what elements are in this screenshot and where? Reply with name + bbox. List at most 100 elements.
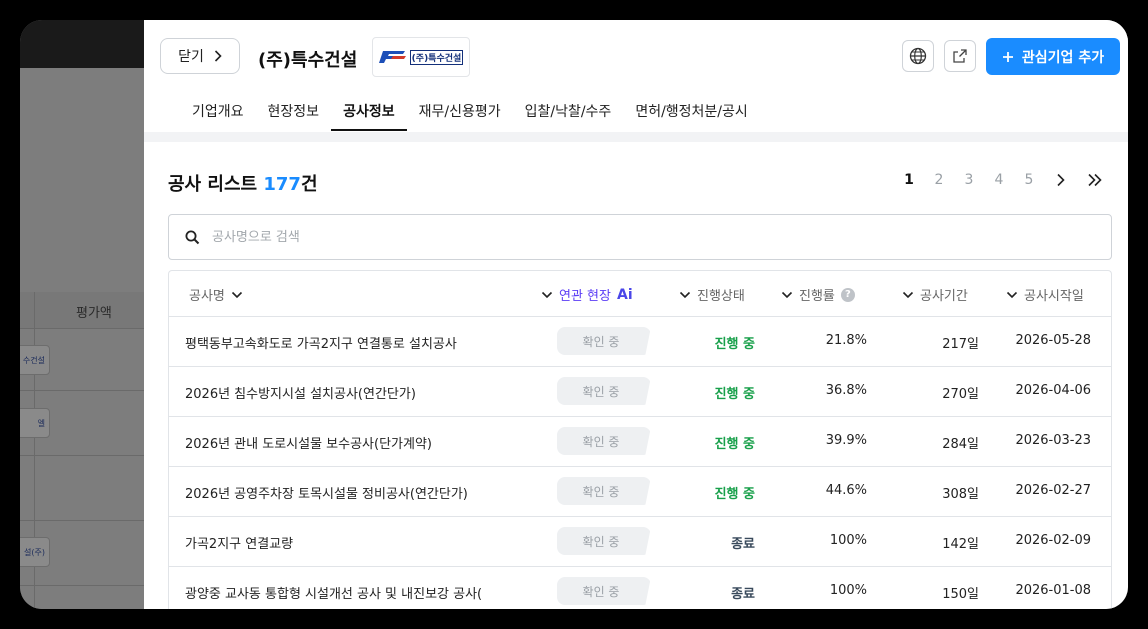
chevron-down-icon [902, 291, 914, 298]
progress-rate: 100% [829, 583, 867, 598]
section-separator [144, 132, 1128, 142]
globe-button[interactable] [902, 40, 934, 72]
tab-construction-info[interactable]: 공사정보 [331, 100, 407, 132]
background-row-divider [20, 328, 144, 329]
ai-badge: Ai [616, 286, 633, 303]
status-text: 종료 [731, 537, 755, 552]
background-row-divider [20, 585, 144, 586]
list-count: 177 [263, 174, 301, 195]
plus-icon [1002, 51, 1013, 62]
globe-icon [909, 47, 927, 65]
table-header: 공사명 연관 현장 Ai 진행상태 진행률 ? 공사기간 공사시작일 [169, 271, 1111, 317]
table-row[interactable]: 2026년 공영주차장 토목시설물 정비공사(연간단가) 확인 중 진행 중 4… [169, 467, 1111, 517]
next-page-button[interactable] [1044, 173, 1078, 187]
close-button[interactable]: 닫기 [160, 38, 240, 74]
background-logo: 수건설 [20, 345, 50, 375]
page-3[interactable]: 3 [954, 172, 984, 188]
construction-period: 308일 [942, 487, 979, 502]
related-site-badge: 확인 중 [557, 477, 651, 505]
start-date: 2026-05-28 [1015, 333, 1091, 348]
construction-name: 가곡2지구 연결교량 [185, 537, 294, 552]
chevron-right-icon [1057, 173, 1065, 187]
construction-name: 평택동부고속화도로 가곡2지구 연결통로 설치공사 [185, 337, 457, 352]
construction-name: 2026년 공영주차장 토목시설물 정비공사(연간단가) [185, 487, 468, 502]
search-box [168, 214, 1112, 260]
related-site-badge: 확인 중 [557, 427, 651, 455]
construction-name: 2026년 침수방지시설 설치공사(연간단가) [185, 387, 416, 402]
app-frame: 평가액 수건설 엘 설(주) 닫기 (주)특수건설 (주)특수건설 관심기업 추… [20, 20, 1128, 609]
construction-name: 2026년 관내 도로시설물 보수공사(단가계약) [185, 437, 432, 452]
table-row[interactable]: 가곡2지구 연결교량 확인 중 종료 100% 142일 2026-02-09 [169, 517, 1111, 567]
status-text: 진행 중 [714, 387, 755, 402]
chevron-down-icon [781, 291, 793, 298]
search-icon [185, 230, 200, 244]
construction-period: 270일 [942, 387, 979, 402]
search-input[interactable] [210, 228, 1014, 246]
chevron-down-icon [231, 291, 242, 298]
column-header-rate[interactable]: 진행률 ? [781, 285, 855, 304]
last-page-button[interactable] [1078, 173, 1112, 187]
company-logo: (주)특수건설 [372, 37, 470, 77]
add-favorite-company-button[interactable]: 관심기업 추가 [986, 38, 1120, 75]
page-5[interactable]: 5 [1014, 172, 1044, 188]
related-site-badge: 확인 중 [557, 527, 651, 555]
help-icon[interactable]: ? [840, 287, 855, 302]
double-chevron-right-icon [1088, 173, 1102, 187]
column-header-related-site[interactable]: 연관 현장 Ai [541, 285, 633, 304]
chevron-down-icon [679, 291, 691, 298]
column-header-start-date[interactable]: 공사시작일 [1006, 285, 1084, 304]
company-logo-text: (주)특수건설 [409, 49, 464, 65]
progress-rate: 21.8% [825, 333, 867, 348]
table-row[interactable]: 2026년 관내 도로시설물 보수공사(단가계약) 확인 중 진행 중 39.9… [169, 417, 1111, 467]
start-date: 2026-01-08 [1015, 583, 1091, 598]
background-logo: 설(주) [20, 537, 50, 567]
start-date: 2026-02-09 [1015, 533, 1091, 548]
background-row-divider [20, 390, 144, 391]
progress-rate: 36.8% [825, 383, 867, 398]
start-date: 2026-03-23 [1015, 433, 1091, 448]
construction-period: 217일 [942, 337, 979, 352]
column-header-start-label: 공사시작일 [1024, 289, 1084, 304]
list-count-suffix: 건 [300, 174, 318, 195]
related-site-badge: 확인 중 [557, 577, 651, 605]
start-date: 2026-02-27 [1015, 483, 1091, 498]
construction-period: 150일 [942, 587, 979, 602]
table-row[interactable]: 2026년 침수방지시설 설치공사(연간단가) 확인 중 진행 중 36.8% … [169, 367, 1111, 417]
tab-site-info[interactable]: 현장정보 [256, 100, 332, 132]
chevron-right-icon [214, 50, 222, 62]
status-text: 진행 중 [714, 487, 755, 502]
tab-finance-credit[interactable]: 재무/신용평가 [407, 100, 513, 132]
pagination: 1 2 3 4 5 [894, 170, 1112, 190]
construction-name: 광양중 교사동 통합형 시설개선 공사 및 내진보강 공사( [185, 587, 483, 602]
tab-license-admin[interactable]: 면허/행정처분/공시 [623, 100, 759, 132]
page-1[interactable]: 1 [894, 172, 924, 188]
column-header-name[interactable]: 공사명 [189, 285, 243, 304]
status-text: 진행 중 [714, 437, 755, 452]
list-title-text: 공사 리스트 [168, 174, 258, 195]
tab-bidding[interactable]: 입찰/낙찰/수주 [513, 100, 624, 132]
background-table-header: 평가액 [20, 292, 144, 328]
table-row[interactable]: 평택동부고속화도로 가곡2지구 연결통로 설치공사 확인 중 진행 중 21.8… [169, 317, 1111, 367]
column-header-period[interactable]: 공사기간 [902, 285, 968, 304]
page-2[interactable]: 2 [924, 172, 954, 188]
construction-table: 공사명 연관 현장 Ai 진행상태 진행률 ? 공사기간 공사시작일 평택동부고… [168, 270, 1112, 609]
chevron-down-icon [541, 291, 553, 298]
progress-rate: 100% [829, 533, 867, 548]
status-text: 종료 [731, 587, 755, 602]
background-logo: 엘 [20, 408, 50, 438]
table-row[interactable]: 광양중 교사동 통합형 시설개선 공사 및 내진보강 공사( 확인 중 종료 1… [169, 567, 1111, 609]
related-site-badge: 확인 중 [557, 377, 651, 405]
chevron-down-icon [1006, 291, 1018, 298]
start-date: 2026-04-06 [1015, 383, 1091, 398]
company-name: (주)특수건설 [258, 50, 358, 71]
background-page [20, 68, 144, 609]
column-header-name-label: 공사명 [189, 289, 225, 304]
tab-company-overview[interactable]: 기업개요 [180, 100, 256, 132]
close-button-label: 닫기 [178, 49, 204, 65]
external-link-button[interactable] [944, 40, 976, 72]
column-header-period-label: 공사기간 [920, 289, 968, 304]
column-header-status[interactable]: 진행상태 [679, 285, 745, 304]
background-column-header: 평가액 [76, 306, 112, 321]
page-4[interactable]: 4 [984, 172, 1014, 188]
construction-period: 142일 [942, 537, 979, 552]
